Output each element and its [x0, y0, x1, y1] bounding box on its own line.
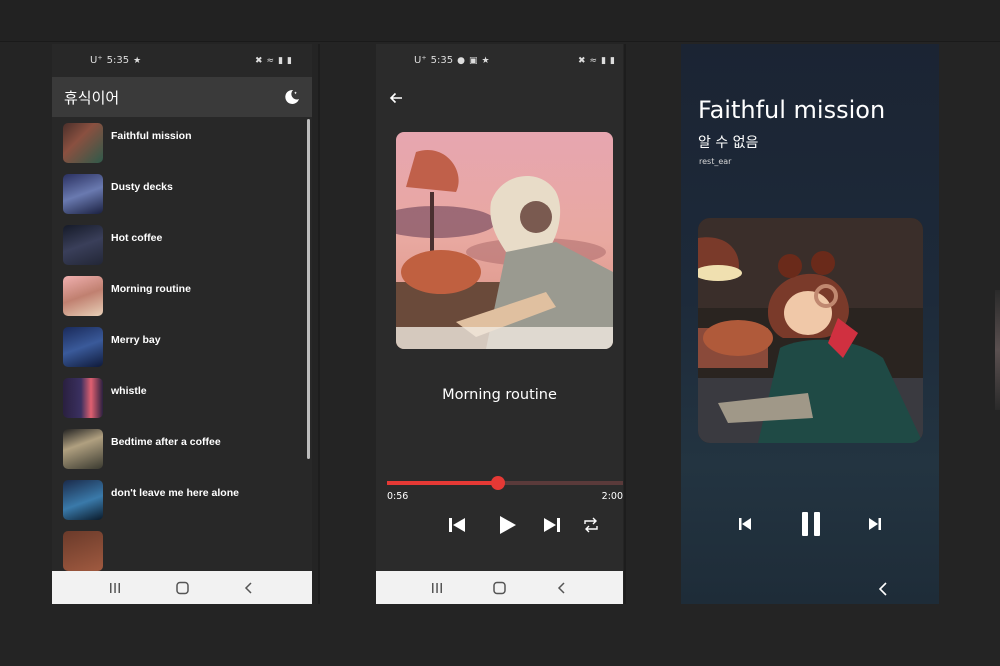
- album-thumbnail: [63, 377, 103, 418]
- previous-track-icon[interactable]: [737, 516, 753, 532]
- song-title: Morning routine: [442, 387, 557, 403]
- song-title: Dusty decks: [111, 181, 173, 193]
- album-thumbnail: [63, 326, 103, 367]
- now-playing-screen: Faithful mission 알 수 없음 rest_ear: [681, 44, 939, 604]
- recent-apps-icon[interactable]: [427, 581, 447, 595]
- home-icon[interactable]: [489, 581, 509, 595]
- album-thumbnail: [63, 275, 103, 316]
- recent-apps-icon[interactable]: [105, 581, 125, 595]
- song-list[interactable]: Faithful mission Dusty decks Hot coffee …: [52, 117, 312, 572]
- album-thumbnail: [63, 224, 103, 265]
- list-item[interactable]: Bedtime after a coffee: [52, 423, 312, 474]
- list-item[interactable]: Hot coffee: [52, 219, 312, 270]
- moon-icon[interactable]: [284, 89, 300, 105]
- total-time: 2:00: [601, 491, 623, 502]
- playback-controls: [446, 514, 606, 540]
- song-title: Bedtime after a coffee: [111, 436, 221, 448]
- album-thumbnail: [63, 428, 103, 469]
- seek-bar[interactable]: [387, 476, 623, 490]
- adjacent-screen-edge: [995, 290, 1000, 410]
- album-thumbnail: [63, 122, 103, 163]
- next-track-icon[interactable]: [867, 516, 883, 532]
- list-item[interactable]: don't leave me here alone: [52, 474, 312, 525]
- notification-icon: ●: [457, 55, 465, 66]
- song-title: Faithful mission: [698, 96, 886, 124]
- song-title: don't leave me here alone: [111, 487, 239, 499]
- back-icon[interactable]: [552, 581, 572, 595]
- app-title: 휴식이어: [64, 88, 120, 107]
- scrollbar[interactable]: [307, 119, 310, 459]
- signal-icon: ▮: [601, 55, 607, 66]
- artist-name: 알 수 없음: [698, 135, 759, 151]
- song-title: Merry bay: [111, 334, 161, 346]
- next-track-icon[interactable]: [541, 514, 563, 536]
- signal-icon: ▮: [278, 55, 284, 66]
- app-bar: 휴식이어: [52, 77, 312, 117]
- album-thumbnail: [63, 173, 103, 214]
- repeat-icon[interactable]: [582, 514, 600, 536]
- song-title: Hot coffee: [111, 232, 163, 244]
- seek-bar-progress: [387, 481, 498, 485]
- notification-icon: ★: [481, 55, 490, 66]
- song-title: Faithful mission: [111, 130, 192, 142]
- mute-icon: ✖: [255, 55, 263, 66]
- album-art: [396, 132, 613, 349]
- clock: 5:35: [106, 55, 130, 66]
- system-nav-bar: [52, 571, 312, 604]
- window-top-bar: [0, 0, 1000, 42]
- list-item[interactable]: Dusty decks: [52, 168, 312, 219]
- player-screen: U⁺ 5:35 ● ▣ ★ ✖ ≈ ▮ ▮ Morning routine 0:…: [376, 44, 623, 604]
- mute-icon: ✖: [578, 55, 586, 66]
- list-item[interactable]: whistle: [52, 372, 312, 423]
- album-art: [698, 218, 923, 443]
- back-icon[interactable]: [877, 582, 889, 596]
- image-icon: ▣: [468, 55, 478, 66]
- song-title: whistle: [111, 385, 147, 397]
- battery-icon: ▮: [287, 55, 292, 66]
- current-time: 0:56: [387, 491, 409, 502]
- list-item[interactable]: Merry bay: [52, 321, 312, 372]
- list-screen: U⁺ 5:35 ★ ✖ ≈ ▮ ▮ 휴식이어 Faithful mission …: [52, 44, 312, 604]
- play-icon[interactable]: [496, 514, 518, 536]
- pause-icon[interactable]: [799, 511, 823, 537]
- seek-bar-thumb[interactable]: [490, 476, 505, 490]
- back-arrow-icon[interactable]: [388, 90, 404, 106]
- list-item[interactable]: Faithful mission: [52, 117, 312, 168]
- album-thumbnail: [63, 530, 103, 571]
- previous-track-icon[interactable]: [446, 514, 468, 536]
- notification-icon: ★: [133, 55, 142, 66]
- divider: [624, 44, 626, 604]
- wifi-icon: ≈: [589, 55, 598, 66]
- carrier-label: U⁺: [414, 55, 427, 66]
- carrier-label: U⁺: [90, 55, 103, 66]
- back-icon[interactable]: [239, 581, 259, 595]
- list-item[interactable]: Morning routine: [52, 270, 312, 321]
- battery-icon: ▮: [610, 55, 615, 66]
- home-icon[interactable]: [172, 581, 192, 595]
- channel-name: rest_ear: [699, 157, 732, 166]
- divider: [318, 44, 320, 604]
- clock: 5:35: [430, 55, 454, 66]
- status-bar: U⁺ 5:35 ★ ✖ ≈ ▮ ▮: [52, 44, 312, 77]
- system-nav-bar: [376, 571, 623, 604]
- song-title: Morning routine: [111, 283, 191, 295]
- wifi-icon: ≈: [266, 55, 275, 66]
- album-thumbnail: [63, 479, 103, 520]
- list-item-partial[interactable]: [52, 525, 312, 572]
- status-bar: U⁺ 5:35 ● ▣ ★ ✖ ≈ ▮ ▮: [376, 44, 623, 77]
